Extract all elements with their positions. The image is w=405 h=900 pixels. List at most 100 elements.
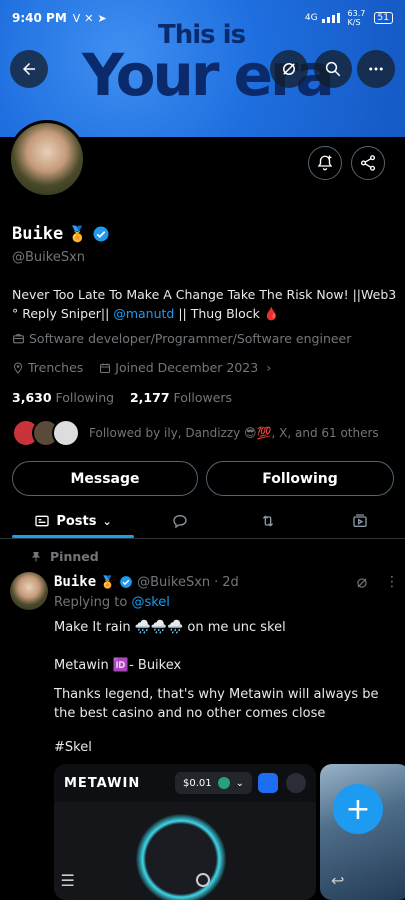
followers-link[interactable]: 2,177 Followers — [130, 390, 232, 405]
home-nav-icon[interactable] — [195, 873, 210, 887]
replying-to-prefix: Replying to — [54, 595, 132, 610]
post-time: 2d — [222, 574, 239, 590]
profile-avatar[interactable] — [8, 120, 86, 198]
grok-icon — [357, 578, 367, 588]
medal-emoji: 🏅 — [100, 575, 116, 589]
tab-reposts[interactable] — [248, 504, 288, 538]
pinned-label: Pinned — [30, 549, 99, 564]
post-grok-button[interactable] — [355, 575, 369, 594]
profile-meta: Trenches Joined December 2023 › — [12, 360, 271, 375]
post-hashtag[interactable]: #Skel — [54, 738, 92, 757]
network-label: 4G — [304, 13, 318, 23]
status-bar: 9:40 PM V ✕ ➤ 4G 63.7 K/S 51 — [0, 0, 405, 36]
vpn-icon: V — [72, 11, 81, 25]
calendar-icon — [100, 363, 111, 373]
post-more-button[interactable]: ⋮ — [385, 574, 399, 590]
briefcase-icon — [13, 334, 24, 344]
back-button[interactable] — [10, 50, 48, 88]
profile-name-text: Buike — [12, 224, 64, 244]
media-icon — [353, 514, 367, 527]
follower-avatar — [52, 419, 80, 447]
status-app-icons: V ✕ ➤ — [73, 12, 107, 25]
telegram-icon: ➤ — [97, 11, 107, 25]
following-link[interactable]: 3,630 Following — [12, 390, 114, 405]
profile-handle: @BuikeSxn — [12, 250, 86, 265]
more-vertical-icon: ⋮ — [385, 574, 399, 590]
plus-icon: + — [345, 791, 371, 827]
media-logo: METAWIN — [64, 775, 141, 791]
location-icon — [13, 361, 23, 374]
post-separator: · — [214, 574, 219, 590]
bio-text-end: || Thug Block 🩸 — [174, 306, 280, 321]
pinned-text: Pinned — [50, 549, 99, 564]
posts-icon — [35, 515, 49, 527]
chevron-down-icon: ⌄ — [235, 777, 244, 789]
search-icon — [325, 61, 341, 77]
pin-icon — [31, 551, 41, 561]
token-icon — [217, 777, 230, 789]
speed-label: 63.7 K/S — [347, 9, 366, 27]
following-button[interactable]: Following — [206, 461, 394, 496]
following-label: Following — [55, 390, 115, 405]
grok-icon — [283, 63, 295, 75]
verified-badge-icon — [120, 576, 132, 588]
profile-category: Software developer/Programmer/Software e… — [12, 331, 351, 346]
more-button[interactable] — [357, 50, 395, 88]
tab-posts[interactable]: Posts ⌄ — [12, 504, 134, 538]
bio-mention-link[interactable]: @manutd — [113, 306, 174, 321]
chevron-down-icon: ⌄ — [102, 514, 112, 528]
media-balance-value: $0.01 — [182, 777, 212, 789]
replying-to-link[interactable]: @skel — [131, 595, 169, 610]
bell-plus-icon — [317, 155, 333, 171]
location-text: Trenches — [28, 360, 84, 375]
back-nav-icon[interactable]: ↩ — [331, 871, 344, 890]
x-app-icon: ✕ — [84, 11, 94, 25]
followers-count: 2,177 — [129, 390, 170, 405]
post-text-line2: Metawin 🆔- Buikex — [54, 658, 182, 673]
post-author-avatar[interactable] — [10, 572, 48, 610]
follow-counts: 3,630 Following 2,177 Followers — [12, 390, 232, 405]
verified-badge-icon — [93, 226, 109, 242]
share-icon — [360, 155, 376, 171]
post-text-line1: Make It rain 🌧️🌧️🌧️ on me unc skel — [54, 620, 286, 635]
message-button[interactable]: Message — [12, 461, 198, 496]
status-right: 4G 63.7 K/S 51 — [305, 9, 393, 27]
post-header: Buike 🏅 @BuikeSxn · 2d — [54, 574, 239, 590]
medal-emoji: 🏅 — [68, 225, 87, 243]
profile-bio: Never Too Late To Make A Change Take The… — [12, 285, 402, 323]
profile-tabs: Posts ⌄ — [0, 504, 405, 539]
wallet-icon — [258, 773, 278, 793]
metawin-badge-icon — [286, 773, 306, 793]
repost-icon — [262, 515, 274, 527]
compose-button[interactable]: + — [333, 784, 383, 834]
search-button[interactable] — [314, 50, 352, 88]
joined-text: Joined December 2023 — [115, 360, 259, 375]
followers-label: Followers — [173, 390, 233, 405]
tab-media[interactable] — [340, 504, 380, 538]
battery-icon: 51 — [373, 12, 393, 24]
signal-icon — [321, 13, 340, 23]
tab-posts-label: Posts — [56, 513, 97, 529]
grok-button[interactable] — [270, 50, 308, 88]
android-nav-bar: ☰ ↩ — [0, 860, 405, 900]
notifications-button[interactable] — [308, 146, 342, 180]
status-time: 9:40 PM — [12, 11, 67, 25]
menu-nav-icon[interactable]: ☰ — [61, 871, 75, 890]
post-author-name[interactable]: Buike — [54, 574, 96, 590]
tab-replies[interactable] — [160, 504, 200, 538]
post-text-line3: Thanks legend, that's why Metawin will a… — [54, 687, 379, 721]
chevron-right-icon[interactable]: › — [266, 360, 271, 375]
followed-by-avatars[interactable] — [12, 419, 80, 447]
reply-icon — [173, 514, 187, 529]
category-text: Software developer/Programmer/Software e… — [29, 331, 352, 346]
arrow-left-icon — [23, 63, 35, 75]
profile-name: Buike 🏅 — [12, 224, 110, 244]
more-icon — [369, 67, 383, 71]
active-tab-indicator — [12, 535, 134, 538]
followed-by-text[interactable]: Followed by ily, Dandizzy 😎💯, X, and 61 … — [89, 426, 379, 440]
following-count: 3,630 — [12, 390, 52, 405]
replying-to: Replying to @skel — [54, 595, 170, 610]
post-author-handle: @BuikeSxn — [137, 574, 211, 590]
media-balance: $0.01 ⌄ — [174, 772, 252, 794]
share-button[interactable] — [351, 146, 385, 180]
